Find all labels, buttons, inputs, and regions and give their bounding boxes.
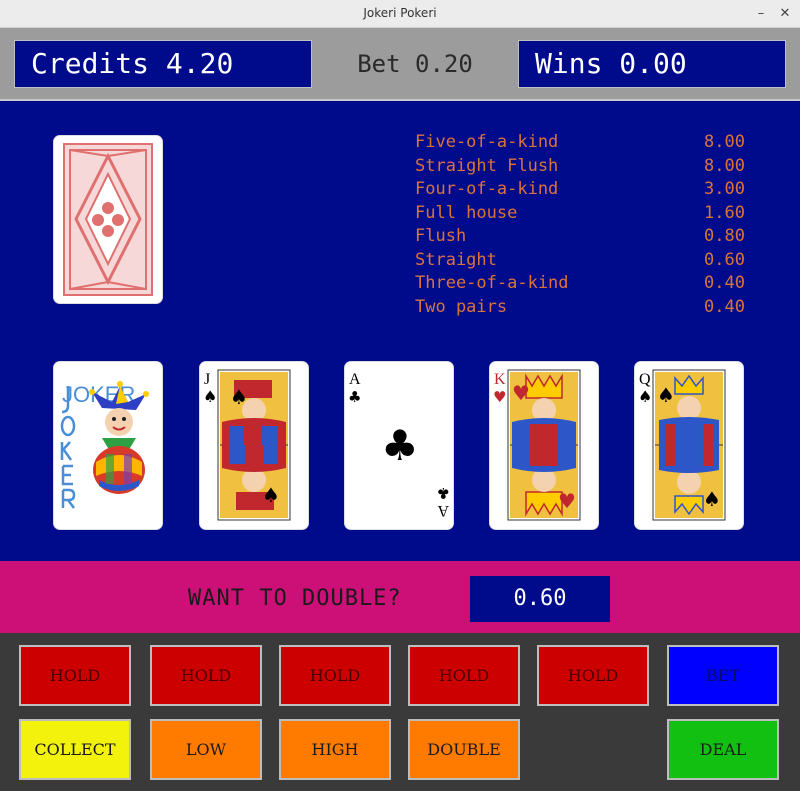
low-button[interactable]: LOW [150,719,262,780]
card-suit: ♠ [638,387,652,406]
joker-icon: JOKER [60,381,149,509]
collect-button[interactable]: COLLECT [19,719,131,780]
double-prompt: WANT TO DOUBLE? [188,586,402,611]
svg-text:♥: ♥ [558,489,576,513]
center-suit: ♣ [381,421,419,470]
control-panel: HOLD HOLD HOLD HOLD HOLD BET COLLECT LOW… [0,633,800,791]
double-bar: WANT TO DOUBLE? 0.60 [0,561,800,633]
hold-button-1[interactable]: HOLD [19,645,131,706]
paytable-row: Flush 0.80 [415,225,745,249]
double-button[interactable]: DOUBLE [408,719,520,780]
hand-name: Two pairs [415,296,508,317]
card-rank: J [204,371,210,388]
bet-display: Bet 0.20 [312,40,518,88]
credits-display: Credits 4.20 [14,40,312,88]
stats-bar: Credits 4.20 Bet 0.20 Wins 0.00 [0,28,800,99]
credits-label: Credits [31,47,150,80]
bet-value: 0.20 [415,50,473,78]
hold-button-4[interactable]: HOLD [408,645,520,706]
hand-name: Straight [415,249,497,270]
svg-text:♠: ♠ [230,385,248,409]
hold-button-3[interactable]: HOLD [279,645,391,706]
hand-payout: 8.00 [704,132,745,152]
hand-payout: 0.40 [704,273,745,293]
hand-payout: 0.40 [704,296,745,317]
svg-text:♠: ♠ [703,487,721,511]
paytable: Five-of-a-kind 8.00 Straight Flush 8.00 Fo… [415,131,745,319]
hand-card-4[interactable]: K ♥ ♥ ♥ [490,362,598,529]
game-table: Five-of-a-kind 8.00 Straight Flush 8.00 Fo… [0,99,800,561]
wins-label: Wins [535,47,603,80]
card-back-pattern-icon [63,143,153,296]
card-rank: Q [639,371,651,388]
hand-name: Four-of-a-kind [415,179,559,199]
double-amount: 0.60 [470,576,610,622]
hold-button-2[interactable]: HOLD [150,645,262,706]
card-suit: ♥ [493,388,506,406]
window-title: Jokeri Pokeri [363,6,437,20]
ace-of-clubs-icon: A ♣ ♣ A ♣ [348,371,450,519]
hand-card-2[interactable]: J ♠ ♠ ♠ [200,362,308,529]
hand-card-5[interactable]: Q ♠ ♠ ♠ [635,362,743,529]
hand-name: Five-of-a-kind [415,132,559,152]
hand-card-1[interactable]: JOKER [54,362,162,529]
paytable-row: Straight Flush 8.00 [415,155,745,179]
paytable-row: Full house 1.60 [415,202,745,226]
svg-text:♠: ♠ [657,383,675,407]
paytable-row: Five-of-a-kind 8.00 [415,131,745,155]
high-button[interactable]: HIGH [279,719,391,780]
hand-card-3[interactable]: A ♣ ♣ A ♣ [345,362,453,529]
jack-of-spades-icon: J ♠ ♠ ♠ [203,369,291,521]
queen-of-spades-icon: Q ♠ ♠ ♠ [638,369,726,521]
hand-payout: 8.00 [704,155,745,176]
hand-payout: 3.00 [704,179,745,199]
hand-payout: 0.60 [704,249,745,270]
svg-text:♥: ♥ [512,381,530,405]
wins-value: 0.00 [619,47,687,80]
paytable-row: Straight 0.60 [415,249,745,273]
hand-name: Flush [415,226,467,246]
card-rank: A [349,371,361,388]
paytable-row: Two pairs 0.40 [415,296,745,320]
hand-name: Straight Flush [415,155,559,176]
card-suit: ♣ [348,388,361,406]
deck-card-back [54,136,162,303]
card-rank: K [494,371,506,388]
bet-button[interactable]: BET [667,645,779,706]
paytable-row: Four-of-a-kind 3.00 [415,178,745,202]
hand-payout: 1.60 [704,202,745,223]
close-button[interactable]: ✕ [776,5,794,23]
card-suit: ♠ [203,387,217,406]
card-suit: ♣ [437,484,450,502]
window-titlebar: Jokeri Pokeri – ✕ [0,0,800,28]
card-rank: A [437,502,449,519]
paytable-row: Three-of-a-kind 0.40 [415,272,745,296]
credits-value: 4.20 [165,47,234,80]
hand-name: Three-of-a-kind [415,273,569,293]
hand-payout: 0.80 [704,226,745,246]
bet-label: Bet [357,50,401,78]
deal-button[interactable]: DEAL [667,719,779,780]
hold-button-5[interactable]: HOLD [537,645,649,706]
svg-text:♠: ♠ [262,483,280,507]
hand-name: Full house [415,202,518,223]
minimize-button[interactable]: – [752,5,770,23]
king-of-hearts-icon: K ♥ ♥ ♥ [493,369,581,521]
wins-display: Wins 0.00 [518,40,786,88]
